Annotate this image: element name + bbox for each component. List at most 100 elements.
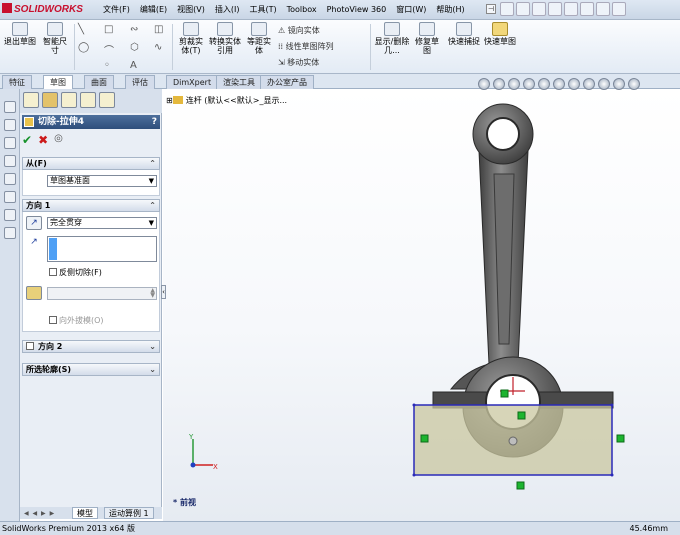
display-pane-icon[interactable] [628,78,640,90]
view-settings-icon[interactable] [613,78,625,90]
quick-snaps-button[interactable]: 快速捕捉 [448,22,480,46]
draft-on-off-icon[interactable] [26,286,42,300]
flyout-feature-tree[interactable]: ⊞ 连杆 (默认<<默认>_显示... [166,95,287,106]
trim-entities-button[interactable]: 剪裁实体(T) [176,22,206,55]
tab-sketch[interactable]: 草图 [43,75,73,90]
tab-dimxpert[interactable]: DimXpert [166,75,219,89]
direction1-group-header[interactable]: 方向 1 ⌃ [22,199,160,212]
trim-rail-icon[interactable] [4,227,16,239]
dimension-rail-icon[interactable] [4,137,16,149]
feature-manager-tab-icon[interactable] [23,92,39,108]
panel-collapse-handle[interactable]: ‹ [161,285,166,299]
direction2-checkbox[interactable] [26,342,34,350]
linear-pattern-button[interactable]: ⁞⁞ 线性草图阵列 [278,42,334,52]
menu-tools[interactable]: 工具(T) [244,3,281,17]
sketch-fillet-icon[interactable]: ◫ [154,24,163,35]
tab-features[interactable]: 特征 [2,75,32,89]
offset-entities-button[interactable]: 等距实体 [244,22,274,55]
configuration-manager-tab-icon[interactable] [61,92,77,108]
mirror-rail-icon[interactable] [4,191,16,203]
zoom-to-area-icon[interactable] [493,78,505,90]
direction-vector-field[interactable] [47,236,157,262]
end-condition-select[interactable]: 完全贯穿 ▼ [47,217,157,229]
help-icon[interactable]: ? [152,115,157,129]
edit-appearance-icon[interactable] [583,78,595,90]
menu-view[interactable]: 视图(V) [172,3,210,17]
mirror-entities-button[interactable]: ⚠ 镜向实体 [278,26,320,36]
tab-evaluate[interactable]: 评估 [125,75,155,89]
print-icon[interactable] [548,2,562,16]
new-icon[interactable] [500,2,514,16]
display-style-icon[interactable] [553,78,565,90]
open-icon[interactable] [516,2,530,16]
selected-contours-header[interactable]: 所选轮廓(S) ⌄ [22,363,160,376]
sketch-point[interactable] [508,436,518,446]
display-delete-relations-button[interactable]: 显示/删除几... [374,22,410,55]
options-icon[interactable] [612,2,626,16]
ok-button[interactable]: ✔ [22,133,32,147]
previous-view-icon[interactable] [508,78,520,90]
menu-file[interactable]: 文件(F) [98,3,135,17]
view-orientation-icon[interactable] [538,78,550,90]
select-icon[interactable] [580,2,594,16]
block-rail-icon[interactable] [4,155,16,167]
smart-dimension-button[interactable]: 智能尺寸 [40,22,70,55]
point-icon[interactable]: ◦ [104,60,110,71]
slot-icon[interactable]: ∾ [130,24,138,35]
spline-icon[interactable]: ∿ [154,42,162,53]
save-icon[interactable] [532,2,546,16]
move-entities-button[interactable]: ⇲ 移动实体 [278,58,319,68]
corner-point[interactable] [412,403,416,407]
circle-icon[interactable]: ◯ [78,42,89,53]
pattern-rail-icon[interactable] [4,173,16,185]
collapse-icon[interactable]: ⌃ [149,158,156,169]
zoom-to-fit-icon[interactable] [478,78,490,90]
menu-help[interactable]: 帮助(H) [431,3,469,17]
tab-model[interactable]: 模型 [72,507,98,519]
menu-photoview[interactable]: PhotoView 360 [322,3,392,17]
expand-icon[interactable]: ⌄ [149,341,156,352]
dimxpert-manager-tab-icon[interactable] [80,92,96,108]
expand-icon[interactable]: ⊞ [166,96,173,105]
relations-rail-icon[interactable] [4,119,16,131]
line-icon[interactable]: ╲ [78,24,84,35]
expand-icon[interactable]: ⌄ [149,364,156,375]
relation-coincident-icon[interactable] [500,389,509,398]
menu-toolbox[interactable]: Toolbox [282,3,322,17]
relation-horizontal-icon[interactable] [517,411,526,420]
detailed-preview-icon[interactable]: ◎ [54,133,63,147]
display-manager-tab-icon[interactable] [99,92,115,108]
reverse-direction-icon[interactable]: ↗ [26,216,42,230]
draft-angle-field[interactable]: ▲ ▼ [47,287,157,300]
relation-horizontal-icon[interactable] [516,481,525,490]
text-icon[interactable]: A [130,60,137,71]
menu-insert[interactable]: 插入(I) [210,3,245,17]
tab-office-products[interactable]: 办公室产品 [260,75,314,89]
menu-edit[interactable]: 编辑(E) [135,3,172,17]
relation-vertical-icon[interactable] [420,434,429,443]
section-view-icon[interactable] [523,78,535,90]
relation-vertical-icon[interactable] [616,434,625,443]
from-select[interactable]: 草图基准面 ▼ [47,175,157,187]
polygon-icon[interactable]: ⬡ [130,42,139,53]
direction2-group-header[interactable]: 方向 2 ⌄ [22,340,160,353]
spin-arrows-icon[interactable]: ▲ ▼ [150,288,155,299]
from-group-header[interactable]: 从(F) ⌃ [22,157,160,170]
rebuild-icon[interactable] [596,2,610,16]
corner-point[interactable] [610,403,614,407]
solidworks-logo[interactable]: SOLIDWORKS [2,3,94,17]
corner-point[interactable] [412,473,416,477]
menu-window[interactable]: 窗口(W) [391,3,431,17]
flip-side-to-cut-checkbox[interactable]: 反侧切除(F) [49,268,102,278]
corner-point[interactable] [610,473,614,477]
convert-entities-button[interactable]: 转换实体引用 [208,22,242,55]
sketch-entity-icon[interactable] [4,101,16,113]
hide-show-icon[interactable] [568,78,580,90]
repair-sketch-button[interactable]: 修复草图 [412,22,442,55]
pin-icon[interactable]: ⊣ [486,4,496,14]
apply-scene-icon[interactable] [598,78,610,90]
rectangle-icon[interactable]: □ [104,24,113,35]
rapid-sketch-button[interactable]: 快速草图 [484,22,516,46]
exit-sketch-button[interactable]: 退出草图 [4,22,36,46]
cancel-button[interactable]: ✖ [38,133,48,147]
